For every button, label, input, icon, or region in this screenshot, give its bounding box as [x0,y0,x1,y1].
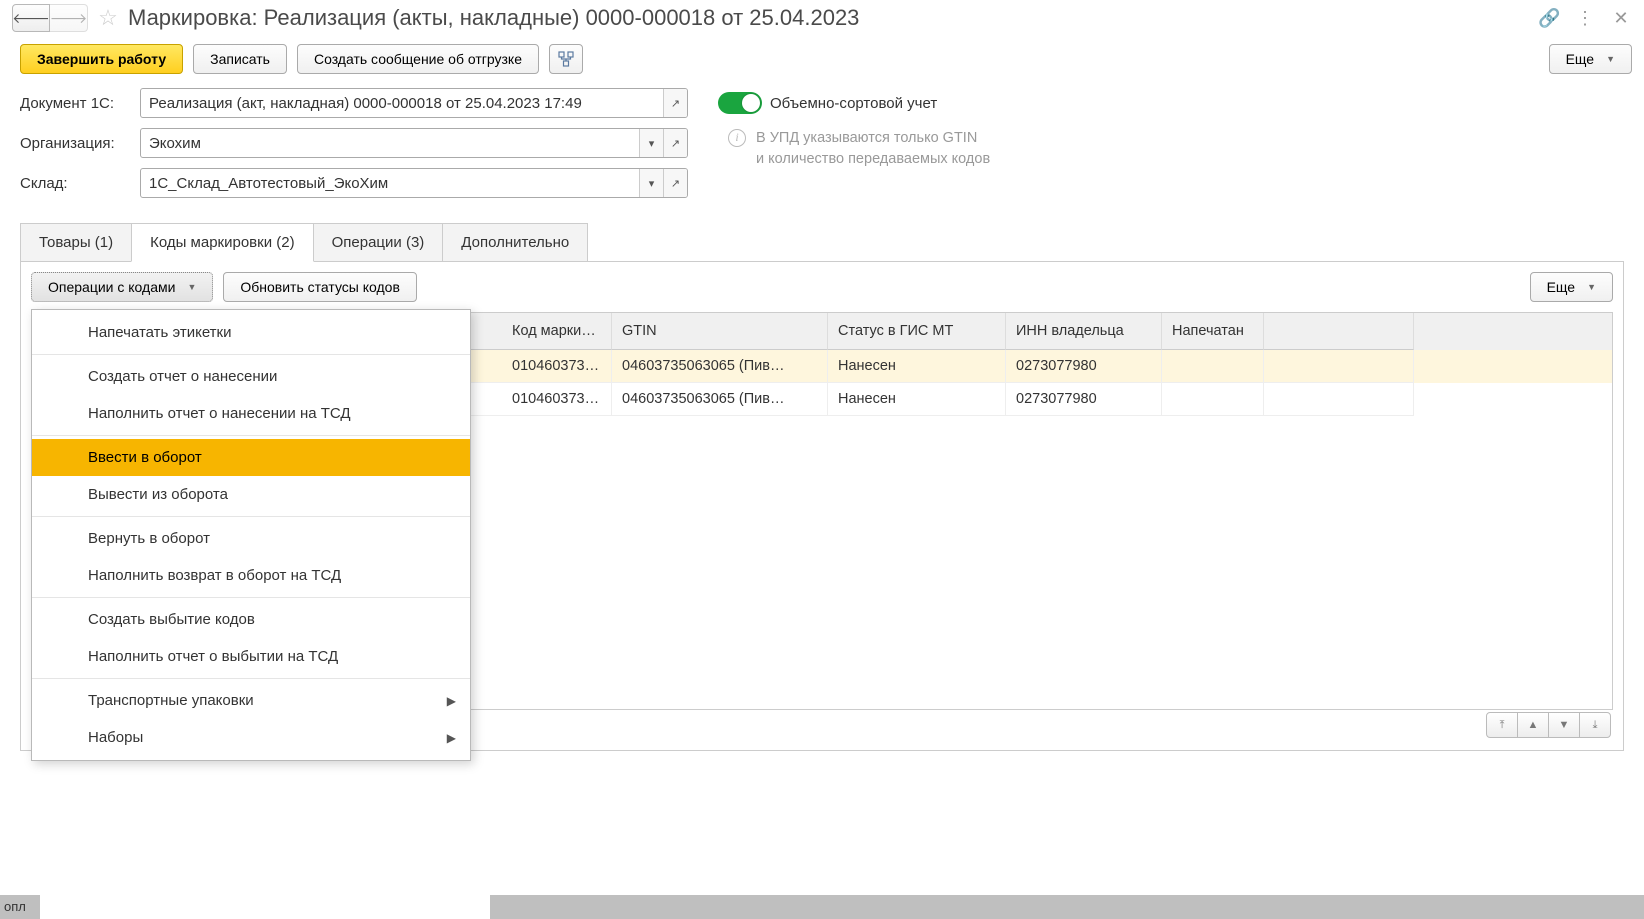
open-ref-icon[interactable]: ↗ [663,169,687,197]
hint-block: i В УПД указываются только GTIN и количе… [728,128,990,170]
menu-item[interactable]: Ввести в оборот [32,439,470,476]
open-ref-icon[interactable]: ↗ [663,129,687,157]
org-value: Экохим [141,129,639,157]
chevron-right-icon: ▶ [447,694,456,708]
page-title: Маркировка: Реализация (акты, накладные)… [128,5,1532,31]
hint-line-2: и количество передаваемых кодов [756,149,990,170]
menu-item[interactable]: Наборы▶ [32,719,470,756]
doc1c-value: Реализация (акт, накладная) 0000-000018 … [141,89,663,117]
tab-goods[interactable]: Товары (1) [20,223,132,262]
col-printed: Напечатан [1162,313,1264,350]
create-shipment-message-button[interactable]: Создать сообщение об отгрузке [297,44,539,74]
nav-back-button[interactable]: 🡐 [12,4,50,32]
menu-item[interactable]: Вернуть в оборот [32,520,470,557]
org-input[interactable]: Экохим ▾ ↗ [140,128,688,158]
nav-forward-button[interactable]: 🡒 [50,4,88,32]
menu-item[interactable]: Создать выбытие кодов [32,601,470,638]
menu-item[interactable]: Создать отчет о нанесении [32,358,470,395]
tab-operations[interactable]: Операции (3) [313,223,444,262]
status-bar: опл [0,895,1644,919]
menu-item[interactable]: Наполнить отчет о нанесении на ТСД [32,395,470,432]
cell-gtin: 04603735063065 (Пив… [612,383,828,416]
scroll-bottom-icon[interactable]: ⤓ [1579,712,1611,738]
menu-separator [32,516,470,517]
menu-item[interactable]: Напечатать этикетки [32,314,470,351]
code-operations-dropdown[interactable]: Операции с кодами [31,272,213,302]
col-status: Статус в ГИС МТ [828,313,1006,350]
menu-item[interactable]: Наполнить отчет о выбытии на ТСД [32,638,470,675]
grid-scroll-nav: ⤒ ▲ ▼ ⤓ [1487,712,1611,738]
scroll-top-icon[interactable]: ⤒ [1486,712,1518,738]
wh-value: 1С_Склад_Автотестовый_ЭкоХим [141,169,639,197]
wh-label: Склад: [20,175,132,192]
wh-input[interactable]: 1С_Склад_Автотестовый_ЭкоХим ▾ ↗ [140,168,688,198]
save-button[interactable]: Записать [193,44,287,74]
menu-item[interactable]: Транспортные упаковки▶ [32,682,470,719]
cell-printed [1162,383,1264,416]
status-text: опл [0,895,40,919]
open-ref-icon[interactable]: ↗ [663,89,687,117]
kebab-menu-icon[interactable]: ⋮ [1574,8,1596,29]
finish-work-button[interactable]: Завершить работу [20,44,183,74]
menu-separator [32,435,470,436]
cell-inn: 0273077980 [1006,350,1162,383]
volume-sort-label: Объемно-сортовой учет [770,95,937,112]
link-icon[interactable]: 🔗 [1538,8,1560,29]
menu-item[interactable]: Наполнить возврат в оборот на ТСД [32,557,470,594]
doc1c-input[interactable]: Реализация (акт, накладная) 0000-000018 … [140,88,688,118]
tab-additional[interactable]: Дополнительно [442,223,588,262]
scroll-up-icon[interactable]: ▲ [1517,712,1549,738]
menu-separator [32,597,470,598]
cell-status: Нанесен [828,350,1006,383]
favorite-star-icon[interactable]: ☆ [94,4,122,32]
cell-inn: 0273077980 [1006,383,1162,416]
cell-gtin: 04603735063065 (Пив… [612,350,828,383]
menu-separator [32,678,470,679]
info-icon: i [728,129,746,147]
chevron-right-icon: ▶ [447,731,456,745]
col-inn: ИНН владельца [1006,313,1162,350]
close-icon[interactable]: ✕ [1610,8,1632,29]
cell-status: Нанесен [828,383,1006,416]
menu-item[interactable]: Вывести из оборота [32,476,470,513]
menu-separator [32,354,470,355]
scroll-down-icon[interactable]: ▼ [1548,712,1580,738]
refresh-statuses-button[interactable]: Обновить статусы кодов [223,272,417,302]
tab-marking-codes[interactable]: Коды маркировки (2) [131,223,314,262]
dropdown-icon[interactable]: ▾ [639,129,663,157]
doc1c-label: Документ 1С: [20,95,132,112]
structure-icon-button[interactable] [549,44,583,74]
cell-printed [1162,350,1264,383]
col-gtin: GTIN [612,313,828,350]
hint-line-1: В УПД указываются только GTIN [756,128,990,149]
more-button[interactable]: Еще [1549,44,1632,74]
more-button-inner[interactable]: Еще [1530,272,1613,302]
org-label: Организация: [20,135,132,152]
dropdown-icon[interactable]: ▾ [639,169,663,197]
volume-sort-toggle[interactable] [718,92,762,114]
code-operations-menu: Напечатать этикетки Создать отчет о нанес… [31,309,471,761]
structure-icon [558,51,574,67]
